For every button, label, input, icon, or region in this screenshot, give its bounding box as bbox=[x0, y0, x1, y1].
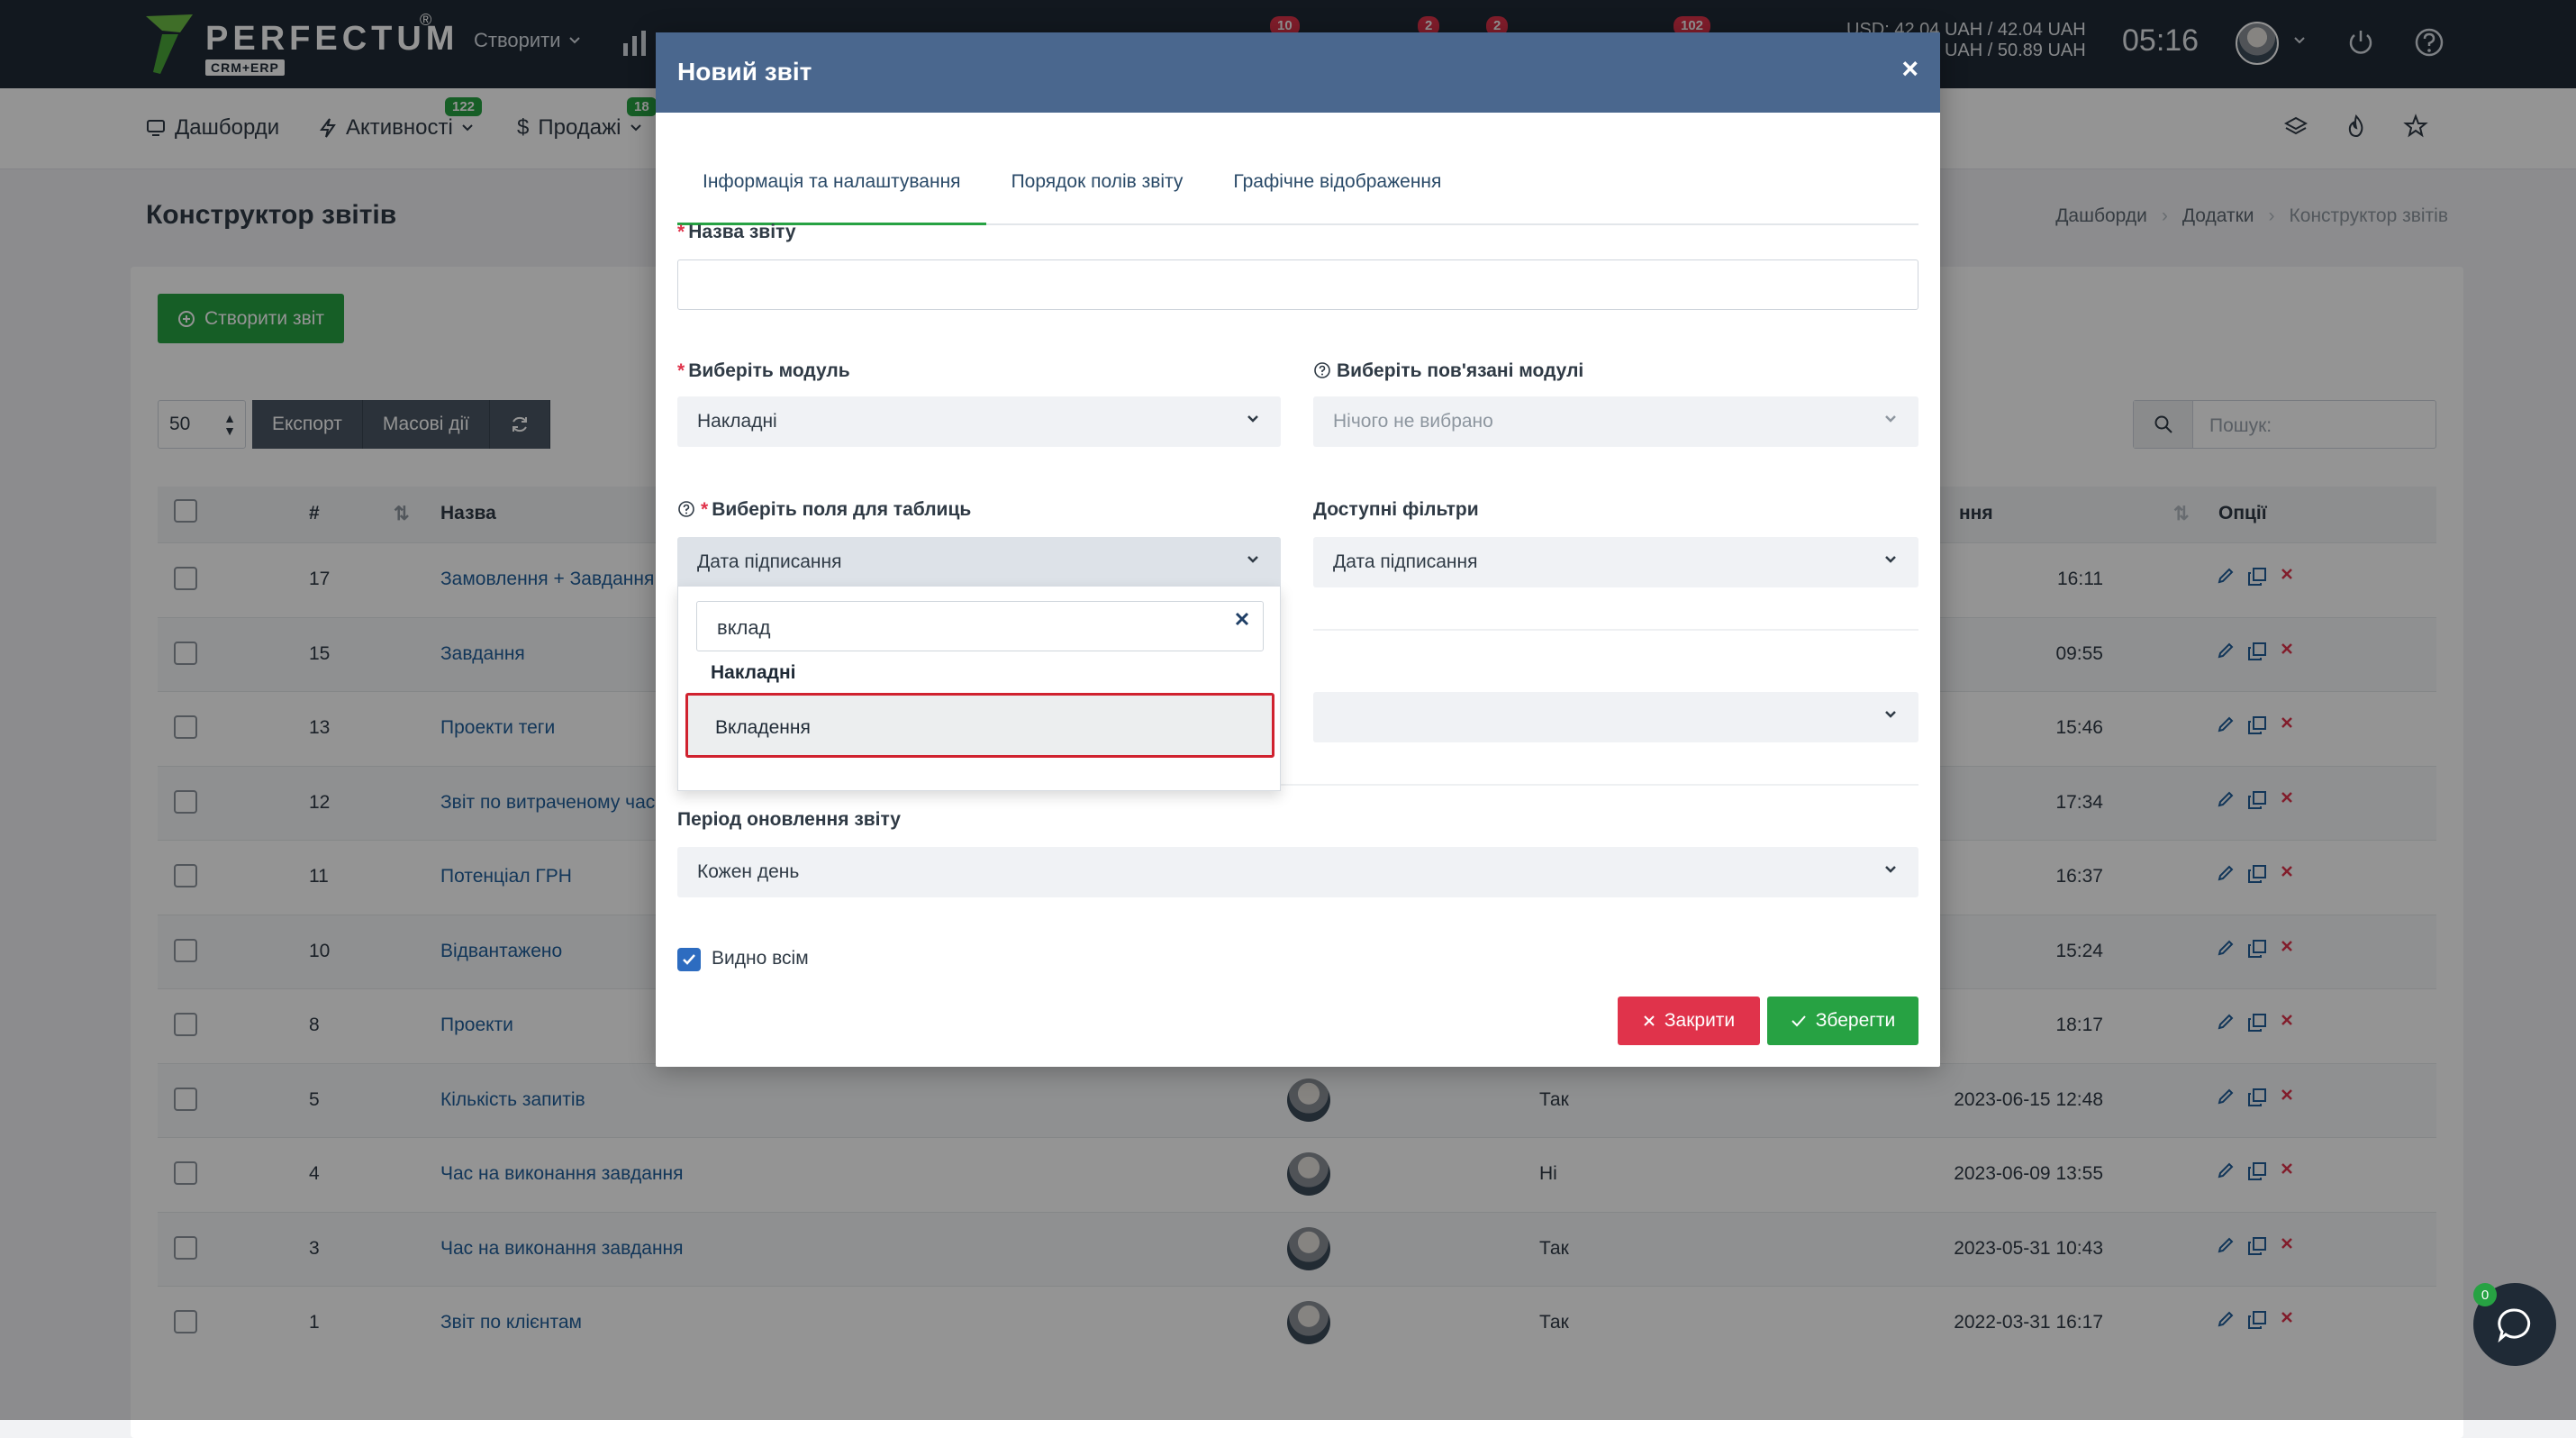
related-modules-label: Виберіть пов'язані модулі bbox=[1313, 360, 1583, 382]
dropdown-search-input[interactable]: вклад bbox=[696, 601, 1264, 651]
save-button-label: Зберегти bbox=[1815, 1010, 1896, 1031]
module-value: Накладні bbox=[697, 411, 777, 432]
chevron-down-icon bbox=[1884, 414, 1897, 423]
required-marker: * bbox=[677, 222, 685, 242]
section-divider bbox=[1313, 629, 1918, 631]
module-label: * Виберіть модуль bbox=[677, 360, 850, 382]
table-fields-label: * Виберіть поля для таблиць bbox=[677, 499, 971, 521]
app-background: PERFECTUM ® CRM+ERP Створити 10 2 2 102 … bbox=[0, 0, 2576, 1438]
filters-label: Доступні фільтри bbox=[1313, 499, 1479, 520]
table-fields-select[interactable]: Дата підписання bbox=[677, 537, 1281, 587]
visible-to-all-label[interactable]: Видно всім bbox=[712, 948, 809, 969]
filters-select[interactable]: Дата підписання bbox=[1313, 537, 1918, 587]
fields-dropdown: вклад Накладні Вкладення bbox=[677, 586, 1281, 791]
chevron-down-icon bbox=[1247, 555, 1259, 564]
chat-badge: 0 bbox=[2473, 1283, 2497, 1306]
refresh-period-select[interactable]: Кожен день bbox=[677, 847, 1918, 897]
new-report-modal: Новий звіт × Інформація та налаштування … bbox=[656, 32, 1940, 1067]
refresh-period-label: Період оновлення звіту bbox=[677, 809, 901, 830]
close-button-label: Закрити bbox=[1664, 1010, 1736, 1031]
visible-to-all-checkbox[interactable] bbox=[677, 948, 701, 971]
chevron-down-icon bbox=[1247, 414, 1259, 423]
clear-search-icon[interactable] bbox=[1235, 612, 1249, 626]
related-modules-placeholder: Нічого не вибрано bbox=[1333, 411, 1493, 432]
table-fields-value: Дата підписання bbox=[697, 551, 842, 572]
chevron-down-icon bbox=[1884, 555, 1897, 564]
help-circle-icon[interactable] bbox=[1313, 361, 1331, 379]
filters-value: Дата підписання bbox=[1333, 551, 1478, 572]
required-marker: * bbox=[677, 360, 685, 381]
close-button[interactable]: Закрити bbox=[1618, 997, 1760, 1045]
tab-info-settings[interactable]: Інформація та налаштування bbox=[677, 144, 986, 225]
modal-header: Новий звіт × bbox=[656, 32, 1940, 113]
checkmark-icon bbox=[1791, 1015, 1807, 1027]
related-modules-select[interactable]: Нічого не вибрано bbox=[1313, 396, 1918, 447]
x-icon bbox=[1643, 1015, 1655, 1027]
dropdown-group-label: Накладні bbox=[711, 662, 796, 683]
chat-bubble-icon bbox=[2495, 1305, 2535, 1344]
report-name-label: * Назва звіту bbox=[677, 222, 796, 243]
save-button[interactable]: Зберегти bbox=[1767, 997, 1918, 1045]
required-marker: * bbox=[701, 499, 709, 520]
checkmark-icon bbox=[682, 953, 696, 966]
chevron-down-icon bbox=[1884, 710, 1897, 719]
hidden-select[interactable] bbox=[1313, 692, 1918, 742]
tab-graphic-display[interactable]: Графічне відображення bbox=[1208, 144, 1466, 223]
modal-title: Новий звіт bbox=[677, 58, 812, 86]
chevron-down-icon bbox=[1884, 865, 1897, 874]
refresh-period-value: Кожен день bbox=[697, 861, 800, 882]
report-name-input[interactable] bbox=[677, 259, 1918, 310]
help-circle-icon[interactable] bbox=[677, 500, 695, 518]
related-modules-label-text: Виберіть пов'язані модулі bbox=[1337, 360, 1584, 381]
module-label-text: Виберіть модуль bbox=[688, 360, 850, 381]
dropdown-option[interactable]: Вкладення bbox=[685, 693, 1274, 758]
table-fields-label-text: Виберіть поля для таблиць bbox=[712, 499, 972, 520]
modal-tabs: Інформація та налаштування Порядок полів… bbox=[677, 144, 1918, 225]
close-icon[interactable]: × bbox=[1901, 52, 1918, 86]
tab-field-order[interactable]: Порядок полів звіту bbox=[986, 144, 1209, 223]
module-select[interactable]: Накладні bbox=[677, 396, 1281, 447]
report-name-label-text: Назва звіту bbox=[688, 222, 796, 242]
